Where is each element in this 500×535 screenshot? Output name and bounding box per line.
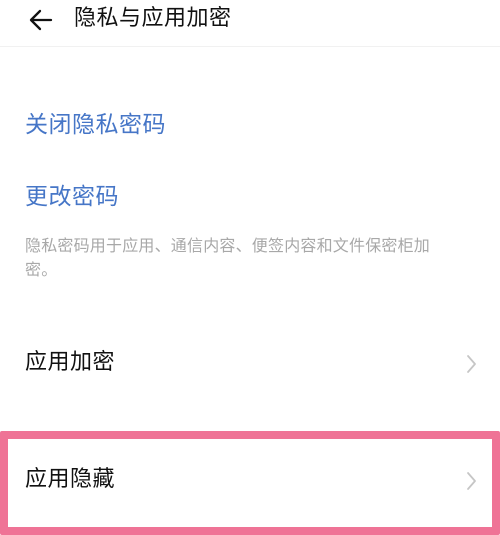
back-button[interactable] xyxy=(24,3,58,37)
close-privacy-password-link[interactable]: 关闭隐私密码 xyxy=(25,110,166,140)
change-password-link[interactable]: 更改密码 xyxy=(25,182,119,212)
page-title: 隐私与应用加密 xyxy=(74,6,232,31)
chevron-right-icon xyxy=(463,352,479,376)
chevron-right-icon xyxy=(463,469,479,493)
top-app-bar: 隐私与应用加密 xyxy=(0,0,500,47)
app-encryption-label: 应用加密 xyxy=(25,350,116,375)
arrow-left-icon xyxy=(29,9,53,31)
privacy-settings-screen: 隐私与应用加密 关闭隐私密码 更改密码 隐私密码用于应用、通信内容、便签内容和文… xyxy=(0,0,500,535)
app-hiding-label: 应用隐藏 xyxy=(25,467,116,492)
privacy-password-description: 隐私密码用于应用、通信内容、便签内容和文件保密柜加密。 xyxy=(25,236,431,279)
app-encryption-row[interactable]: 应用加密 xyxy=(0,326,500,404)
app-hiding-row[interactable]: 应用隐藏 xyxy=(0,443,500,523)
